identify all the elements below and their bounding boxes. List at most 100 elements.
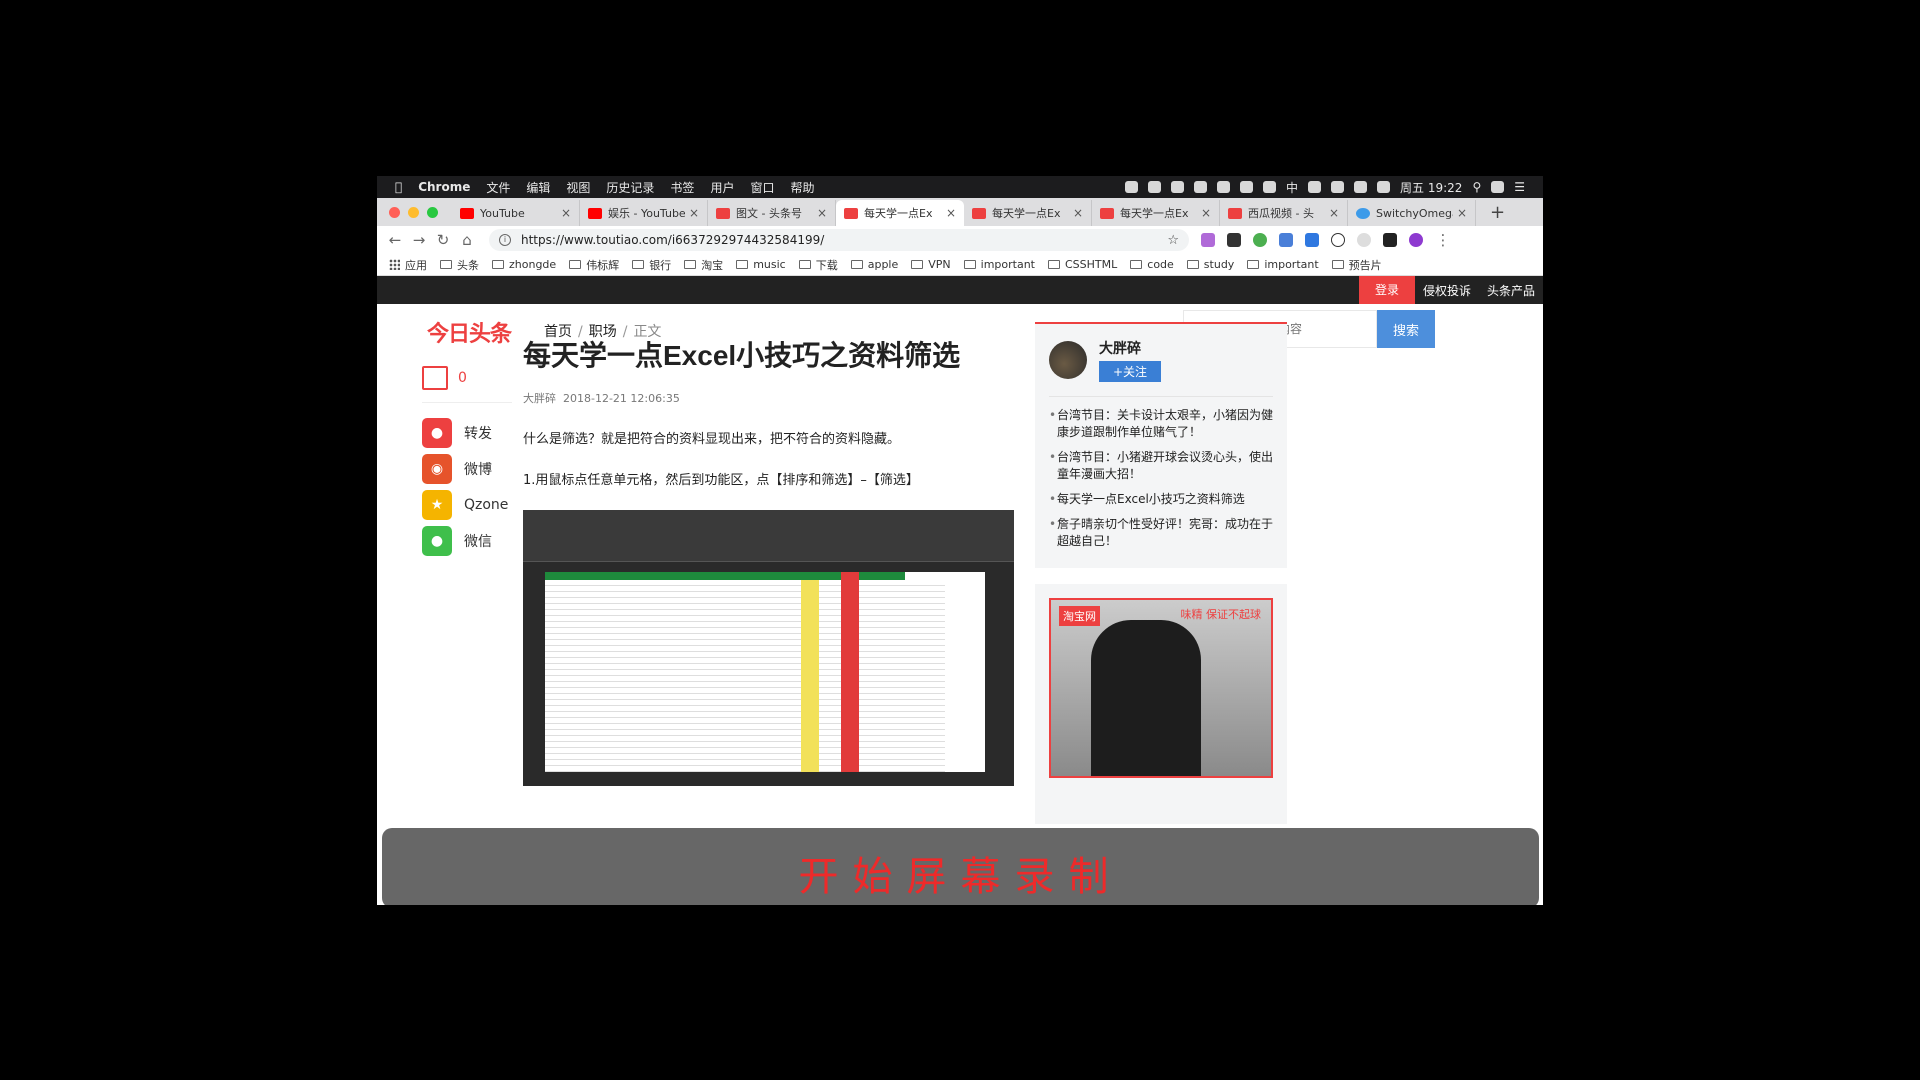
reload-icon[interactable]: ↻	[431, 231, 455, 249]
circle-extension-icon[interactable]	[1253, 233, 1267, 247]
browser-tab[interactable]: 图文 - 头条号 ×	[708, 200, 836, 226]
menu-help[interactable]: 帮助	[790, 179, 814, 196]
siri-icon[interactable]	[1491, 181, 1505, 193]
related-article-link[interactable]: 每天学一点Excel小技巧之资料筛选	[1049, 491, 1273, 508]
follow-button[interactable]: +关注	[1099, 361, 1162, 382]
related-article-link[interactable]: 台湾节目：关卡设计太艰辛，小猪因为健康步道跟制作单位赌气了！	[1049, 407, 1273, 441]
input-method-indicator[interactable]: 中	[1286, 179, 1298, 196]
bookmark-folder[interactable]: important	[963, 258, 1035, 271]
tab-close-icon[interactable]: ×	[1457, 206, 1467, 220]
share-weibo[interactable]: ◉ 微博	[422, 451, 512, 487]
bookmark-folder[interactable]: 淘宝	[684, 257, 723, 273]
bookmark-folder[interactable]: important	[1247, 258, 1319, 271]
bookmark-folder[interactable]: 银行	[632, 257, 671, 273]
menu-view[interactable]: 视图	[566, 179, 590, 196]
bookmark-folder[interactable]: VPN	[911, 258, 951, 271]
bookmark-folder[interactable]: CSSHTML	[1048, 258, 1117, 271]
url-text: https://www.toutiao.com/i663729297443258…	[521, 233, 825, 247]
tab-close-icon[interactable]: ×	[689, 206, 699, 220]
tab-close-icon[interactable]: ×	[1329, 206, 1339, 220]
volume-icon[interactable]	[1354, 181, 1368, 193]
forward-icon[interactable]: →	[407, 231, 431, 249]
ghost-extension-icon[interactable]	[1227, 233, 1241, 247]
browser-tab[interactable]: SwitchyOmega ×	[1348, 200, 1476, 226]
microphone-icon[interactable]	[1263, 181, 1277, 193]
browser-tab[interactable]: 西瓜视频 - 头 ×	[1220, 200, 1348, 226]
browser-tab-active[interactable]: 每天学一点Ex ×	[836, 200, 964, 226]
related-article-link[interactable]: 詹子晴亲切个性受好评！宪哥：成功在于超越自己！	[1049, 516, 1273, 550]
new-tab-button[interactable]: +	[1476, 202, 1519, 223]
window-minimize-button[interactable]	[408, 206, 419, 218]
vivaldi-icon[interactable]	[1148, 181, 1162, 193]
menu-window[interactable]: 窗口	[750, 179, 774, 196]
bookmark-folder[interactable]: 头条	[440, 257, 479, 273]
menu-people[interactable]: 用户	[710, 179, 734, 196]
menu-bookmarks[interactable]: 书签	[670, 179, 694, 196]
share-qzone[interactable]: ★ Qzone	[422, 487, 512, 523]
apple-icon[interactable]: 	[395, 180, 402, 194]
vivaldi-extension-icon[interactable]	[1383, 233, 1397, 247]
related-article-link[interactable]: 台湾节目：小猪避开球会议烫心头，使出童年漫画大招！	[1049, 449, 1273, 483]
share-repost[interactable]: ● 转发	[422, 415, 512, 451]
browser-tab[interactable]: 娱乐 - YouTube ×	[580, 200, 708, 226]
home-icon[interactable]: ⌂	[455, 231, 479, 249]
bookmark-folder[interactable]: apple	[850, 258, 898, 271]
browser-tab[interactable]: 每天学一点Ex ×	[964, 200, 1092, 226]
wifi-icon[interactable]	[1331, 181, 1345, 193]
profile-avatar-icon[interactable]	[1409, 233, 1423, 247]
bookmark-folder[interactable]: zhongde	[492, 258, 556, 271]
onepassword-extension-icon[interactable]	[1331, 233, 1345, 247]
author-name[interactable]: 大胖碎	[1099, 338, 1161, 358]
screen-record-icon[interactable]	[1125, 181, 1139, 193]
tab-strip: YouTube × 娱乐 - YouTube × 图文 - 头条号 × 每天学一点Ex…	[377, 198, 1543, 226]
bookmark-folder[interactable]: code	[1130, 258, 1174, 271]
bookmark-folder[interactable]: 预告片	[1331, 257, 1382, 273]
menu-file[interactable]: 文件	[486, 179, 510, 196]
menubar-app-name[interactable]: Chrome	[418, 180, 470, 194]
translate-extension-icon[interactable]	[1279, 233, 1293, 247]
bookmark-folder[interactable]: study	[1186, 258, 1234, 271]
bookmark-apps[interactable]: 应用	[389, 257, 427, 273]
spotlight-icon[interactable]: ⚲	[1472, 180, 1481, 194]
onepassword-icon[interactable]	[1217, 181, 1231, 193]
menu-history[interactable]: 历史记录	[606, 179, 654, 196]
creative-cloud-icon[interactable]	[1171, 181, 1185, 193]
back-icon[interactable]: ←	[383, 231, 407, 249]
menu-edit[interactable]: 编辑	[526, 179, 550, 196]
toutiao-logo[interactable]: 今日头条	[427, 316, 512, 348]
disabled-extension-icon[interactable]	[1357, 233, 1371, 247]
notification-center-icon[interactable]: ☰	[1514, 180, 1525, 194]
bookmark-folder[interactable]: 下载	[798, 257, 838, 273]
share-wechat[interactable]: ● 微信	[422, 523, 512, 559]
window-close-button[interactable]	[389, 206, 400, 218]
bookmark-folder[interactable]: music	[736, 258, 786, 271]
tab-close-icon[interactable]: ×	[946, 206, 956, 220]
dropbox-icon[interactable]	[1194, 181, 1208, 193]
dropbox-extension-icon[interactable]	[1305, 233, 1319, 247]
pen-extension-icon[interactable]	[1201, 233, 1215, 247]
report-link[interactable]: 侵权投诉	[1415, 282, 1479, 299]
search-button[interactable]: 搜索	[1377, 310, 1435, 348]
comment-count[interactable]: 0	[422, 366, 512, 403]
bookmark-star-icon[interactable]: ☆	[1167, 233, 1179, 248]
menubar-clock[interactable]: 周五 19:22	[1400, 179, 1462, 196]
ad-banner[interactable]: 淘宝网 味精 保证不起球	[1049, 598, 1273, 778]
article-author[interactable]: 大胖碎	[523, 392, 556, 405]
wechat-tray-icon[interactable]	[1240, 181, 1254, 193]
tab-close-icon[interactable]: ×	[561, 206, 571, 220]
login-button[interactable]: 登录	[1358, 276, 1415, 304]
site-info-icon[interactable]: i	[499, 234, 511, 246]
chrome-menu-icon[interactable]: ⋮	[1431, 231, 1455, 249]
products-link[interactable]: 头条产品	[1479, 282, 1543, 299]
bookmark-folder[interactable]: 伟标辉	[569, 257, 619, 273]
browser-tab[interactable]: 每天学一点Ex ×	[1092, 200, 1220, 226]
window-zoom-button[interactable]	[427, 206, 438, 218]
tab-close-icon[interactable]: ×	[1073, 206, 1083, 220]
tab-close-icon[interactable]: ×	[1201, 206, 1211, 220]
tab-close-icon[interactable]: ×	[817, 206, 827, 220]
browser-tab[interactable]: YouTube ×	[452, 200, 580, 226]
battery-icon[interactable]	[1377, 181, 1391, 193]
avatar[interactable]	[1049, 341, 1087, 379]
time-machine-icon[interactable]	[1308, 181, 1322, 193]
address-bar[interactable]: i https://www.toutiao.com/i6637292974432…	[489, 229, 1189, 251]
